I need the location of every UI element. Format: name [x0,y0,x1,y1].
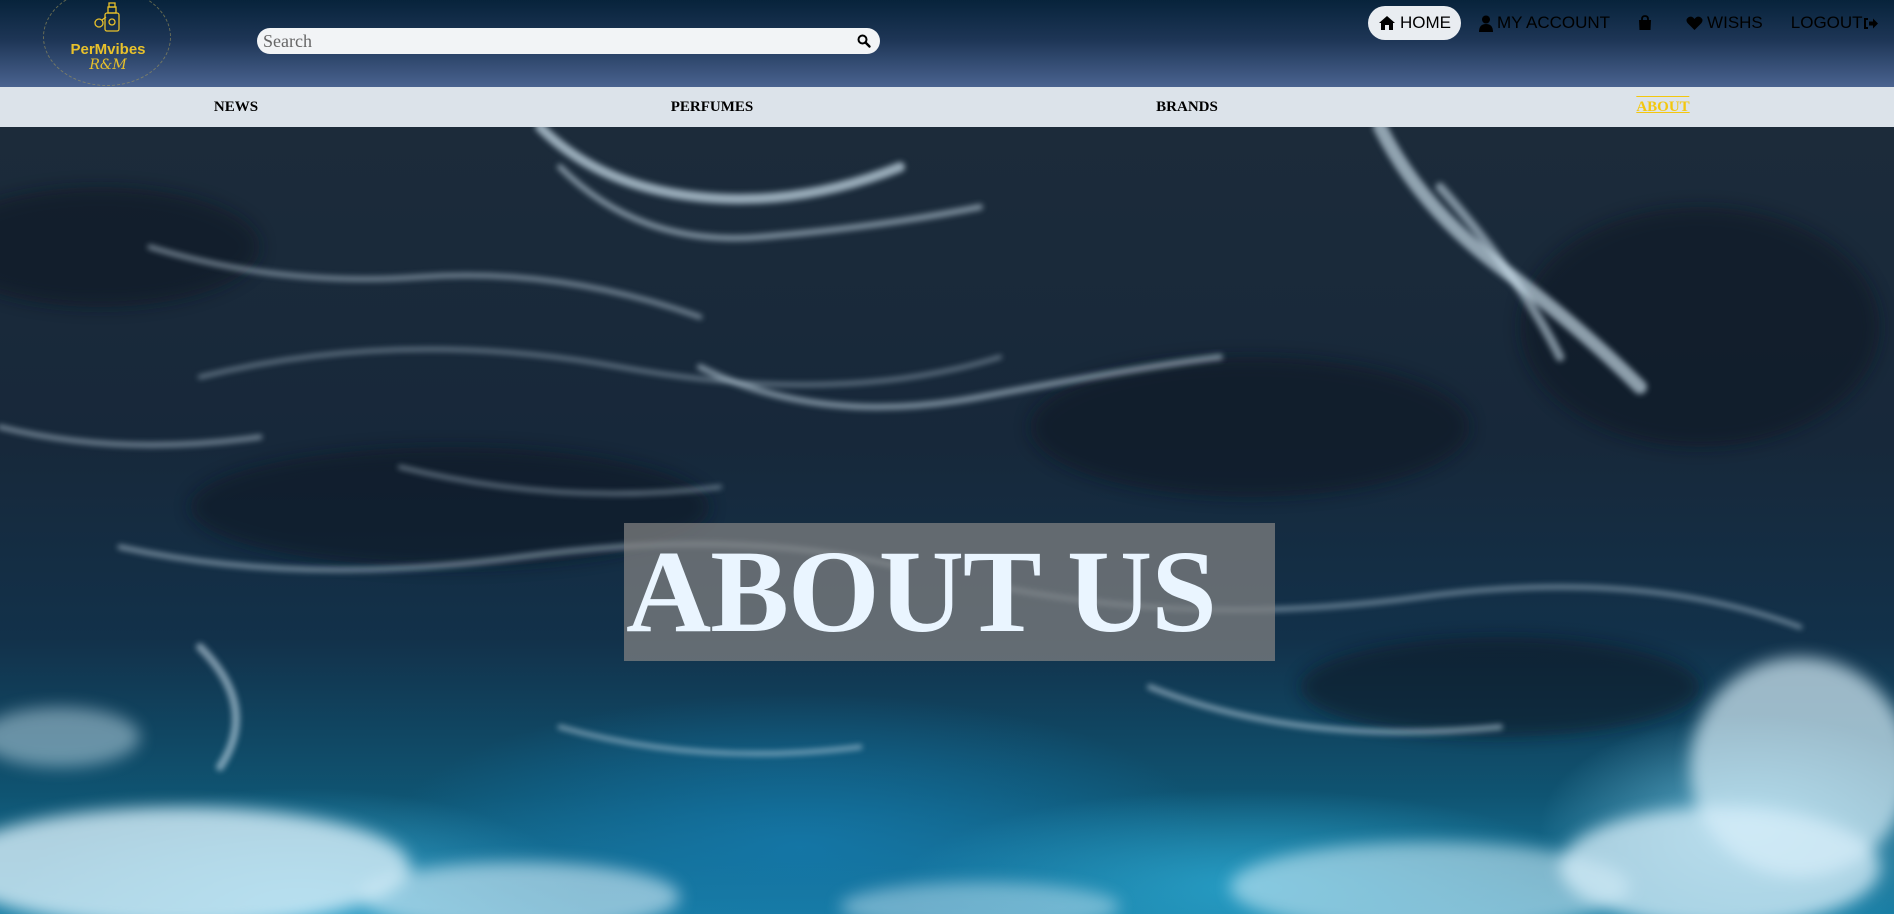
wishes-link[interactable]: WISHS [1686,6,1763,40]
logout-link[interactable]: LOGOUT [1791,6,1883,40]
ocean-waves-background [0,127,1894,914]
logout-label: LOGOUT [1790,13,1863,32]
about-title-box: ABOUT US [624,523,1275,661]
top-header: PerMvibes R&M HOME MY ACCOUNT [0,0,1894,87]
hero-section: ABOUT US [0,127,1894,914]
nav-brands[interactable]: BRANDS [1156,87,1218,127]
user-icon [1479,15,1493,32]
my-account-link[interactable]: MY ACCOUNT [1479,6,1610,40]
search-input[interactable] [263,29,843,53]
wishes-label: WISHS [1707,13,1763,32]
brand-logo[interactable]: PerMvibes R&M [43,0,171,86]
nav-news[interactable]: NEWS [214,87,258,127]
page-title: ABOUT US [626,526,1217,657]
category-nav: NEWS PERFUMES BRANDS ABOUT [0,87,1894,127]
nav-perfumes[interactable]: PERFUMES [671,87,754,127]
sign-out-icon [1863,17,1878,29]
top-nav: HOME MY ACCOUNT WISHS LOGOUT [1368,6,1883,40]
brand-name: PerMvibes [70,41,146,58]
home-icon [1379,16,1395,30]
home-link[interactable]: HOME [1368,6,1461,40]
nav-about[interactable]: ABOUT [1636,87,1691,127]
home-label: HOME [1400,13,1451,32]
shopping-bag-icon [1639,15,1652,30]
my-account-label: MY ACCOUNT [1497,13,1611,32]
shopping-bag-link[interactable] [1638,6,1656,40]
brand-initials: R&M [89,57,127,73]
search-bar [257,28,880,54]
heart-icon [1686,16,1703,30]
search-icon[interactable] [856,33,872,49]
